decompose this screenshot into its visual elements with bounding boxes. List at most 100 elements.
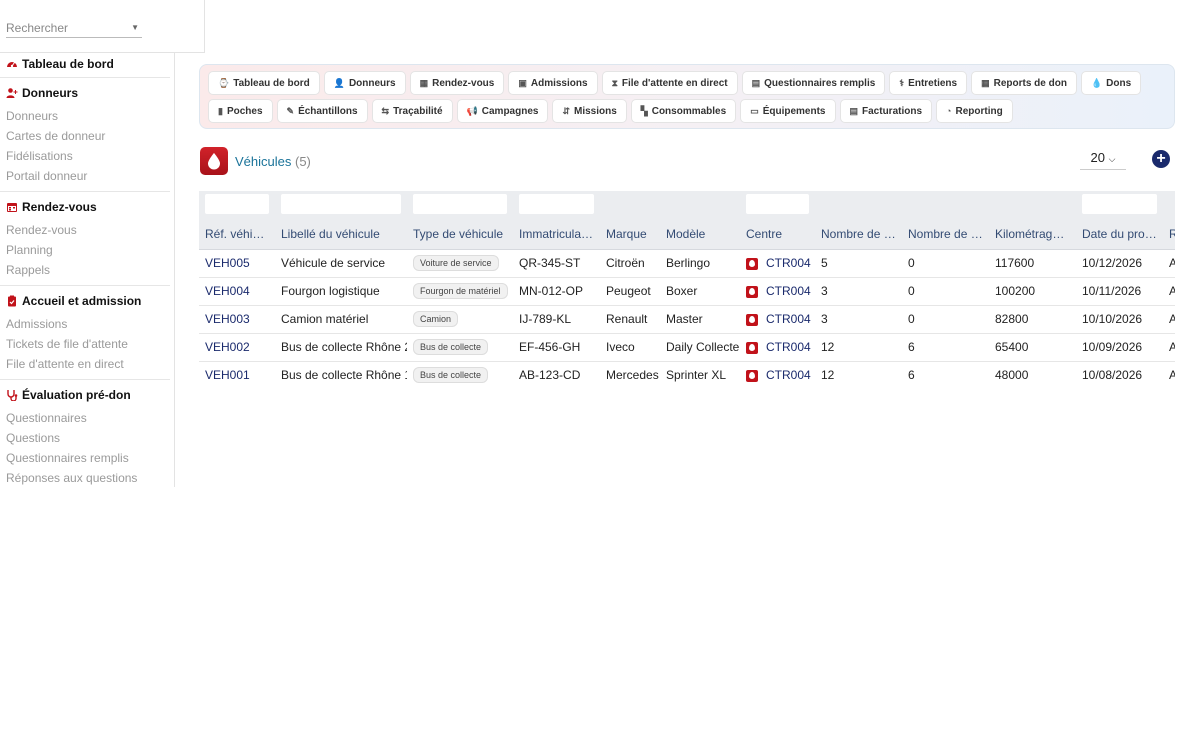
column-header[interactable]: Type de véhicule [407,219,513,250]
nav-button[interactable]: ◔ Reporting [936,99,1013,123]
column-header[interactable]: R [1163,219,1175,250]
table-cell: Camion matériel [275,305,407,334]
table-cell: A [1163,305,1175,334]
sidebar-section-header[interactable]: Rendez-vous [0,199,170,215]
nav-button[interactable]: ▦ Rendez-vous [409,71,505,95]
sidebar-item[interactable]: Questions [0,428,170,448]
nav-button[interactable]: ▤ Facturations [839,99,933,123]
sidebar-section-header[interactable]: Tableau de bord [0,56,170,72]
sidebar-section-header[interactable]: Accueil et admission [0,293,170,309]
sidebar-item[interactable]: Questionnaires [0,408,170,428]
nav-button[interactable]: ⇆ Traçabilité [371,99,453,123]
nav-button[interactable]: 💧 Dons [1080,71,1142,95]
centre-cell[interactable]: CTR004 [740,249,815,278]
nav-button-icon: ▤ [849,105,859,116]
column-filter-input[interactable] [746,194,809,214]
filter-cell [989,191,1076,219]
column-filter-input[interactable] [1082,194,1157,214]
sidebar-item[interactable]: Donneurs [0,106,170,126]
column-header[interactable]: Marque [600,219,660,250]
module-nav-row-1: ⌚ Tableau de bord 👤 Donneurs ▦ Rendez-vous ▣ Ad… [208,71,1174,95]
centre-cell[interactable]: CTR004 [740,305,815,334]
centre-link[interactable]: CTR004 [766,312,811,326]
nav-button-label: Campagnes [481,105,539,117]
sidebar-item[interactable]: Fidélisations [0,146,170,166]
sidebar-item[interactable]: Portail donneur [0,166,170,186]
vehicle-ref-link[interactable]: VEH002 [199,333,275,362]
column-filter-input[interactable] [205,194,269,214]
nav-button-label: Équipements [762,105,826,117]
sidebar-item[interactable]: Questionnaires remplis [0,448,170,468]
column-header[interactable]: Modèle [660,219,740,250]
table-cell: MN-012-OP [513,277,600,306]
vehicles-table: Réf. véhicule Libellé du véhicule Type de … [199,191,1175,389]
sidebar-item[interactable]: Planning [0,240,170,260]
column-header[interactable]: Nombre de p… [902,219,989,250]
vehicle-type-cell: Voiture de service [407,249,513,278]
sidebar-section-header[interactable]: Évaluation pré-don [0,387,170,403]
column-filter-input[interactable] [281,194,401,214]
nav-button[interactable]: ▮ Poches [208,99,273,123]
vehicle-ref-link[interactable]: VEH005 [199,249,275,278]
sidebar-section-header[interactable]: Donneurs [0,85,170,101]
vehicle-ref-link[interactable]: VEH004 [199,277,275,306]
centre-link[interactable]: CTR004 [766,256,811,270]
nav-button[interactable]: ▤ Questionnaires remplis [741,71,886,95]
nav-button[interactable]: ▭ Équipements [740,99,836,123]
column-filter-input[interactable] [413,194,507,214]
column-header[interactable]: Centre [740,219,815,250]
centre-link[interactable]: CTR004 [766,368,811,382]
search-input[interactable]: Rechercher ▼ [6,18,142,38]
nav-button[interactable]: ✎ Échantillons [276,99,368,123]
column-header[interactable]: Immatriculation [513,219,600,250]
table-cell: 65400 [989,333,1076,362]
column-header[interactable]: Kilométrage … [989,219,1076,250]
page-size-select[interactable]: 20 ⌵ [1080,150,1126,170]
nav-button[interactable]: 📢 Campagnes [456,99,549,123]
chevron-down-icon[interactable]: ▼ [131,23,139,32]
nav-button-label: Donneurs [348,77,396,89]
sidebar-item[interactable]: Rappels [0,260,170,280]
nav-button[interactable]: 👤 Donneurs [323,71,406,95]
centre-cell[interactable]: CTR004 [740,277,815,306]
vehicle-ref-link[interactable]: VEH003 [199,305,275,334]
sidebar-item[interactable]: Tickets de file d'attente [0,334,170,354]
table-row[interactable]: VEH004 Fourgon logistique Fourgon de matér… [199,277,1175,306]
nav-button-icon: 📢 [466,105,478,116]
nav-button[interactable]: ⚕ Entretiens [889,71,968,95]
nav-button-icon: 👤 [333,77,345,88]
column-filter-input[interactable] [519,194,594,214]
sidebar-item[interactable]: Réponses aux questions [0,468,170,487]
column-header[interactable]: Nombre de p… [815,219,902,250]
column-header[interactable]: Date du proc… [1076,219,1163,250]
table-row[interactable]: VEH002 Bus de collecte Rhône 2 Bus de coll… [199,333,1175,362]
centre-cell[interactable]: CTR004 [740,333,815,362]
column-header[interactable]: Réf. véhicule [199,219,275,250]
centre-cell[interactable]: CTR004 [740,361,815,389]
table-cell: Renault [600,305,660,334]
centre-link[interactable]: CTR004 [766,340,811,354]
nav-button[interactable]: ▣ Admissions [508,71,598,95]
centre-link[interactable]: CTR004 [766,284,811,298]
nav-button[interactable]: ⧗ File d'attente en direct [601,71,738,95]
sidebar-item[interactable]: Cartes de donneur [0,126,170,146]
vehicle-type-cell: Camion [407,305,513,334]
nav-button-icon: ▭ [750,105,759,116]
nav-button[interactable]: ▦ Reports de don [971,71,1077,95]
sidebar-item[interactable]: File d'attente en direct [0,354,170,374]
sidebar-item[interactable]: Admissions [0,314,170,334]
stethoscope-icon [6,389,18,401]
table-row[interactable]: VEH005 Véhicule de service Voiture de serv… [199,249,1175,278]
nav-button[interactable]: ▚ Consommables [630,99,737,123]
add-vehicle-button[interactable]: + [1152,150,1170,168]
table-row[interactable]: VEH001 Bus de collecte Rhône 1 Bus de coll… [199,361,1175,389]
vehicle-ref-link[interactable]: VEH001 [199,361,275,389]
sidebar-item[interactable]: Rendez-vous [0,220,170,240]
table-cell: Mercedes [600,361,660,389]
table-cell: 3 [815,277,902,306]
nav-button[interactable]: ⌚ Tableau de bord [208,71,320,95]
column-header[interactable]: Libellé du véhicule [275,219,407,250]
nav-button[interactable]: ⇵ Missions [552,99,627,123]
nav-button-icon: ⇆ [381,105,390,116]
table-row[interactable]: VEH003 Camion matériel Camion IJ-789-KL Rena… [199,305,1175,334]
